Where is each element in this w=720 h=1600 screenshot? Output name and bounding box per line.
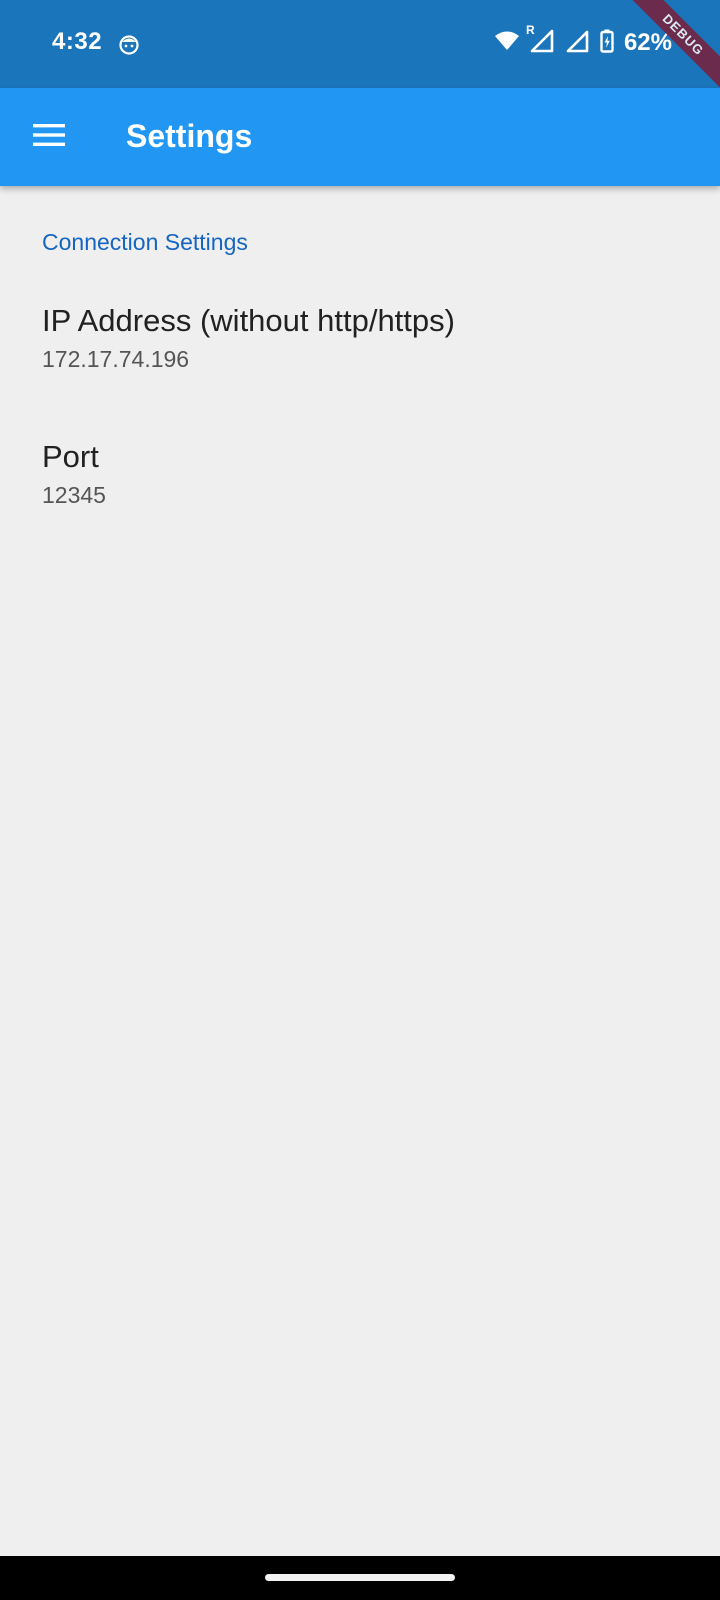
signal-icon: R <box>526 23 556 58</box>
app-bar: Settings <box>0 88 720 186</box>
setting-title: Port <box>42 439 99 474</box>
home-gesture-handle[interactable] <box>265 1574 455 1581</box>
ip-address-setting[interactable]: IP Address (without http/https) 172.17.7… <box>0 303 720 413</box>
port-setting[interactable]: Port 12345 <box>0 439 720 549</box>
setting-value: 12345 <box>42 482 106 508</box>
section-header: Connection Settings <box>42 229 248 255</box>
status-time: 4:32 <box>52 28 103 55</box>
page-title: Settings <box>126 118 253 154</box>
signal-icon <box>566 29 590 58</box>
setting-value: 172.17.74.196 <box>42 346 190 372</box>
face-icon <box>118 33 140 55</box>
status-bar: 4:32 R 62% DEBUG <box>0 0 720 96</box>
navigation-bar <box>0 1556 720 1600</box>
menu-icon <box>33 123 65 152</box>
wifi-icon <box>494 30 520 57</box>
roaming-indicator: R <box>525 22 535 37</box>
menu-button[interactable] <box>22 113 76 161</box>
status-icons: R 62% <box>494 23 672 58</box>
battery-charging-icon <box>600 29 614 58</box>
setting-title: IP Address (without http/https) <box>42 303 455 338</box>
